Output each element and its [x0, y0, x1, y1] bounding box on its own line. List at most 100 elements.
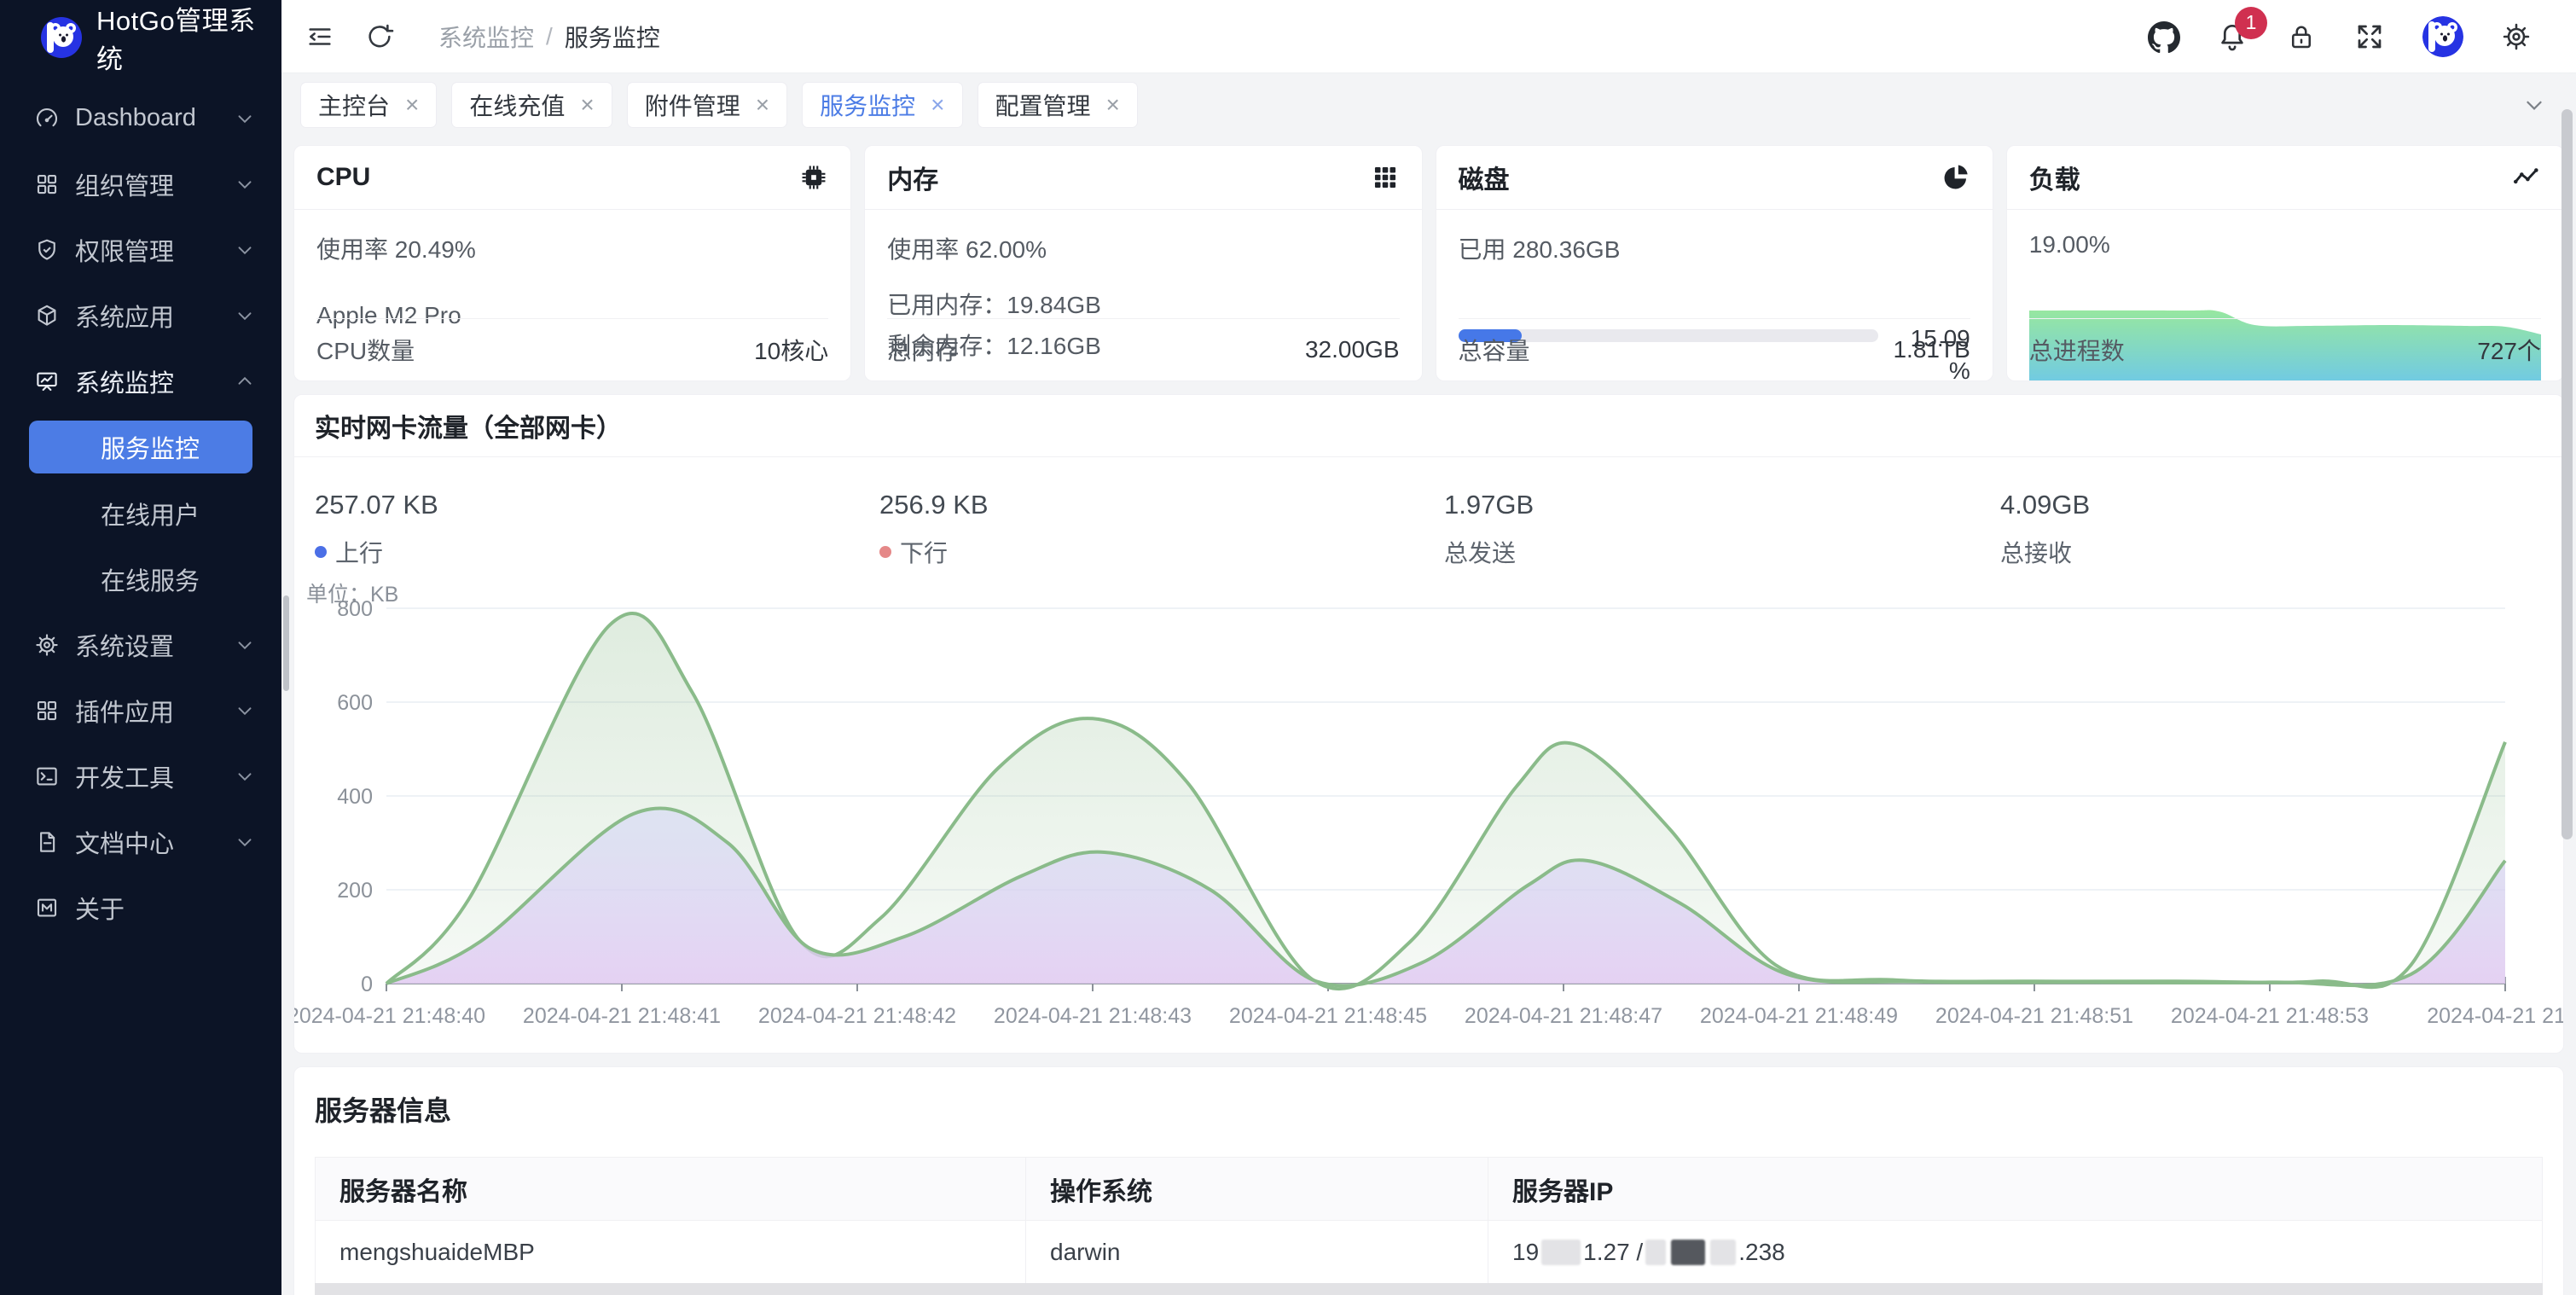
- svg-text:2024-04-21 21:48:40: 2024-04-21 21:48:40: [294, 1004, 485, 1028]
- sidebar-item-label: 系统监控: [75, 363, 234, 399]
- tab-config[interactable]: 配置管理 ×: [978, 82, 1138, 128]
- logo-row[interactable]: HotGo管理系统: [0, 0, 281, 75]
- svg-text:800: 800: [337, 597, 373, 621]
- lock-icon[interactable]: [2286, 21, 2317, 52]
- sidebar-subitem-label: 在线服务: [101, 561, 200, 597]
- memory-footer-value: 32.00GB: [1305, 336, 1400, 363]
- sidebar-item-label: 开发工具: [75, 758, 234, 794]
- content-scrollbar[interactable]: [283, 595, 289, 691]
- svg-text:2024-04-21 21:4: 2024-04-21 21:4: [2427, 1004, 2563, 1028]
- tab-label: 在线充值: [469, 88, 565, 122]
- avatar[interactable]: [2422, 16, 2463, 57]
- stat-cards-row: CPU 使用率 20.49% Apple M2 Pro CPU数量 10核心 内…: [293, 145, 2564, 381]
- chevron-down-icon: [234, 765, 256, 787]
- sidebar-item-about[interactable]: 关于: [0, 874, 281, 940]
- tab-label: 配置管理: [995, 88, 1091, 122]
- document-icon: [34, 829, 60, 855]
- tabbar-chevron-down-icon[interactable]: [2521, 92, 2547, 118]
- sidebar-item-monitor[interactable]: 系统监控: [0, 348, 281, 414]
- breadcrumb-separator: /: [546, 23, 553, 50]
- collapse-sidebar-icon[interactable]: [305, 22, 334, 51]
- traffic-stats: 257.07 KB 上行 256.9 KB 下行 1.97GB 总发送 4.09…: [294, 459, 2563, 560]
- breadcrumb-page[interactable]: 服务监控: [565, 20, 660, 54]
- tab-console[interactable]: 主控台×: [300, 82, 437, 128]
- sidebar-subitem-online-services[interactable]: 在线服务: [0, 546, 281, 612]
- app-title: HotGo管理系统: [96, 0, 281, 76]
- page-scrollbar[interactable]: [2561, 109, 2573, 839]
- sidebar-item-dashboard[interactable]: Dashboard: [0, 85, 281, 151]
- sidebar-item-devtools[interactable]: 开发工具: [0, 743, 281, 809]
- tab-close-icon[interactable]: ×: [756, 91, 769, 119]
- disk-footer-label: 总容量: [1459, 333, 1894, 367]
- table-bottom-strip: [315, 1283, 2543, 1295]
- sidebar-item-apps[interactable]: 系统应用: [0, 282, 281, 348]
- chevron-up-icon: [234, 370, 256, 392]
- terminal-icon: [34, 764, 60, 789]
- svg-text:600: 600: [337, 691, 373, 715]
- svg-text:400: 400: [337, 785, 373, 809]
- traffic-panel: 实时网卡流量（全部网卡） 257.07 KB 上行 256.9 KB 下行 1.…: [293, 394, 2564, 1054]
- chevron-down-icon: [234, 700, 256, 722]
- sidebar-item-label: 文档中心: [75, 824, 234, 860]
- chevron-down-icon: [234, 107, 256, 130]
- svg-text:2024-04-21 21:48:51: 2024-04-21 21:48:51: [1935, 1004, 2133, 1028]
- notifications-button[interactable]: 1: [2216, 20, 2248, 53]
- refresh-icon[interactable]: [365, 22, 394, 51]
- tab-close-icon[interactable]: ×: [1106, 91, 1120, 119]
- github-icon[interactable]: [2148, 21, 2179, 52]
- upstream-dot: [315, 546, 327, 558]
- settings-gear-icon[interactable]: [2501, 21, 2532, 52]
- tab-recharge[interactable]: 在线充值 ×: [451, 82, 612, 128]
- sidebar-item-settings[interactable]: 系统设置: [0, 612, 281, 677]
- disk-footer-value: 1.81TB: [1893, 336, 1970, 363]
- server-table: 服务器名称 操作系统 服务器IP mengshuaideMBP darwin 1…: [315, 1157, 2543, 1284]
- memory-grid-icon: [1371, 163, 1400, 192]
- breadcrumb-section[interactable]: 系统监控: [438, 20, 534, 54]
- line-chart-icon: [2512, 163, 2541, 192]
- memory-usage: 使用率 62.00%: [887, 231, 1399, 265]
- sidebar-subitem-label: 在线用户: [101, 496, 200, 531]
- gauge-icon: [34, 106, 60, 131]
- sidebar-item-org[interactable]: 组织管理: [0, 151, 281, 217]
- chevron-down-icon: [234, 239, 256, 261]
- chevron-down-icon: [234, 173, 256, 195]
- sidebar-item-label: 系统设置: [75, 627, 234, 663]
- svg-text:2024-04-21 21:48:41: 2024-04-21 21:48:41: [523, 1004, 721, 1028]
- sidebar-item-docs[interactable]: 文档中心: [0, 809, 281, 874]
- svg-text:2024-04-21 21:48:42: 2024-04-21 21:48:42: [758, 1004, 956, 1028]
- tab-attachments[interactable]: 附件管理 ×: [627, 82, 787, 128]
- column-server-ip: 服务器IP: [1488, 1158, 2542, 1220]
- sidebar-subitem-online-users[interactable]: 在线用户: [0, 480, 281, 546]
- tab-label: 附件管理: [645, 88, 740, 122]
- cpu-footer-value: 10核心: [754, 333, 828, 367]
- chevron-down-icon: [234, 831, 256, 853]
- gear-icon: [34, 632, 60, 658]
- tab-close-icon[interactable]: ×: [580, 91, 594, 119]
- disk-card-title: 磁盘: [1459, 159, 1941, 196]
- shield-check-icon: [34, 237, 60, 263]
- fullscreen-icon[interactable]: [2354, 21, 2385, 52]
- sidebar-item-label: 关于: [75, 890, 256, 926]
- load-card-title: 负载: [2029, 159, 2512, 196]
- disk-card: 磁盘 已用 280.36GB 15.09 %: [1436, 145, 1993, 381]
- sidebar-subitem-service-monitor[interactable]: 服务监控: [29, 421, 252, 473]
- sidebar-item-label: 权限管理: [75, 232, 234, 268]
- server-name-cell: mengshuaideMBP: [316, 1221, 1026, 1284]
- cpu-chip-icon: [799, 163, 828, 192]
- sidebar-item-plugins[interactable]: 插件应用: [0, 677, 281, 743]
- cpu-card-title: CPU: [316, 163, 799, 192]
- grid-icon: [34, 698, 60, 723]
- sidebar-item-permissions[interactable]: 权限管理: [0, 217, 281, 282]
- memory-footer-label: 总内存: [887, 333, 1305, 367]
- tab-service-monitor[interactable]: 服务监控×: [802, 82, 962, 128]
- monitor-chart-icon: [34, 369, 60, 394]
- sidebar-item-label: 系统应用: [75, 298, 234, 334]
- column-server-name: 服务器名称: [316, 1158, 1026, 1220]
- load-footer-value: 727个: [2477, 333, 2541, 367]
- tab-close-icon[interactable]: ×: [931, 91, 944, 119]
- server-os-cell: darwin: [1026, 1221, 1488, 1284]
- sidebar-item-label: 插件应用: [75, 693, 234, 729]
- tab-close-icon[interactable]: ×: [405, 91, 419, 119]
- disk-used: 已用 280.36GB: [1459, 231, 1970, 265]
- sidebar-subitem-label: 服务监控: [101, 429, 200, 465]
